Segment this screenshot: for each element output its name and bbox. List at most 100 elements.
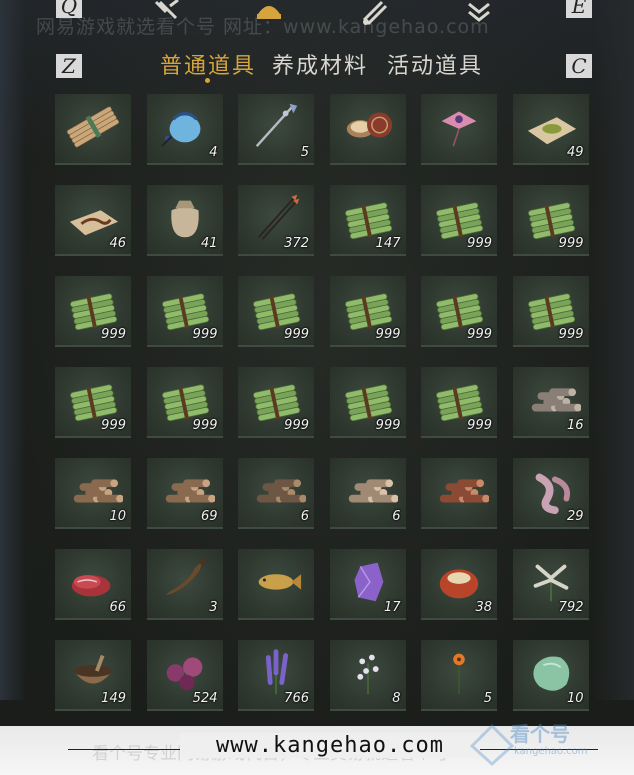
bamboo-bundle-icon [161, 384, 209, 422]
inventory-slot[interactable]: 999 [512, 276, 589, 347]
tab-event-items[interactable]: 活动道具 [387, 48, 483, 80]
lavender-herb-icon [265, 649, 289, 695]
dark-fish-icon [165, 556, 206, 596]
item-count: 999 [467, 418, 492, 433]
inventory-slot[interactable]: 4 [146, 94, 223, 165]
ornate-spear-icon [255, 103, 298, 148]
inventory-slot[interactable]: 999 [55, 367, 131, 438]
jade-stone-icon [532, 656, 569, 691]
inventory-slot[interactable]: 999 [329, 367, 406, 438]
inventory-slot[interactable]: 999 [238, 367, 314, 438]
inventory-slot[interactable] [238, 549, 314, 620]
inventory-slot[interactable]: 3 [146, 549, 223, 620]
bamboo-bundle-icon [527, 293, 575, 331]
item-count: 41 [200, 236, 218, 251]
inventory-slot[interactable]: 524 [146, 640, 223, 711]
key-hint-e[interactable]: E [566, 0, 592, 18]
inventory-slot[interactable]: 29 [512, 458, 589, 529]
inventory-slot[interactable]: 66 [55, 549, 131, 620]
inventory-slot[interactable]: 999 [329, 276, 406, 347]
item-count: 8 [392, 691, 401, 706]
inventory-slot[interactable]: 999 [55, 276, 131, 347]
bamboo-bundle-icon [69, 293, 118, 331]
bamboo-bundle-icon [344, 202, 392, 240]
orange-flower-icon [453, 653, 465, 695]
item-count: 999 [467, 236, 492, 251]
cloth-sack-icon [170, 200, 199, 238]
inventory-slot[interactable]: 69 [146, 458, 223, 529]
inventory-slot[interactable]: 147 [329, 185, 406, 256]
item-count: 372 [284, 236, 309, 251]
inventory-slot[interactable]: 5 [238, 94, 314, 165]
pale-wood-logs-icon [348, 479, 398, 503]
inventory-slot[interactable]: 16 [512, 367, 589, 438]
inventory-slot[interactable]: 38 [421, 549, 497, 620]
inventory-slot[interactable]: 999 [146, 367, 223, 438]
bamboo-bundle-icon [435, 384, 484, 422]
item-count: 29 [566, 509, 584, 524]
inventory-slot[interactable]: 999 [238, 276, 314, 347]
item-count: 999 [558, 236, 584, 251]
inventory-slot[interactable]: 999 [421, 185, 497, 256]
item-count: 5 [300, 145, 309, 160]
inventory-slot[interactable]: 999 [146, 276, 223, 347]
inventory-slot[interactable]: 17 [329, 549, 406, 620]
item-count: 999 [467, 327, 492, 342]
inventory-slot[interactable]: 372 [238, 185, 314, 256]
inventory-slot[interactable] [421, 94, 497, 165]
gray-wood-logs-icon [531, 388, 581, 412]
wood-logs-icon [165, 479, 215, 503]
item-count: 38 [475, 600, 492, 615]
inventory-slot[interactable]: 41 [146, 185, 223, 256]
tab-cultivation-materials[interactable]: 养成材料 [272, 48, 368, 80]
inventory-slot[interactable]: 792 [512, 549, 589, 620]
item-count: 10 [566, 691, 584, 706]
bamboo-bundle-icon [161, 293, 209, 331]
item-count: 524 [192, 691, 218, 706]
item-count: 3 [209, 600, 218, 615]
item-count: 999 [375, 327, 401, 342]
inventory-slot[interactable]: 999 [512, 185, 589, 256]
blue-pouch-icon [160, 111, 200, 147]
item-count: 999 [192, 327, 218, 342]
item-count: 10 [109, 509, 126, 524]
top-toolbar: Q E 网易游戏就选看个号 网址：www.kangehao.com [0, 0, 634, 46]
inventory-slot[interactable]: 999 [421, 276, 497, 347]
bamboo-bundle-icon [252, 293, 301, 331]
inventory-slot[interactable]: 5 [421, 640, 497, 711]
bamboo-bundle-icon [69, 384, 118, 422]
inventory-slot[interactable]: 6 [238, 458, 314, 529]
item-count: 147 [375, 236, 401, 251]
inventory-slot[interactable]: 6 [329, 458, 406, 529]
white-blossom-icon [356, 654, 379, 695]
inventory-slot[interactable]: 999 [421, 367, 497, 438]
item-count: 766 [284, 691, 309, 706]
logo-main-text: 看个号 [510, 722, 570, 746]
tab-normal-items[interactable]: 普通道具 [160, 48, 256, 80]
item-count: 999 [192, 418, 218, 433]
active-tab-indicator [205, 78, 210, 83]
bamboo-bundle-icon [252, 384, 301, 422]
raw-meat-icon [71, 575, 111, 597]
item-count: 46 [109, 236, 126, 251]
inventory-slot[interactable]: 766 [238, 640, 314, 711]
inventory-slot[interactable] [421, 458, 497, 529]
rouge-box-icon [346, 112, 392, 138]
bamboo-bundle-icon [435, 202, 484, 240]
inventory-slot[interactable]: 46 [55, 185, 131, 256]
inventory-slot[interactable]: 49 [512, 94, 589, 165]
item-count: 999 [375, 418, 401, 433]
inventory-slot[interactable]: 8 [329, 640, 406, 711]
item-count: 999 [284, 327, 309, 342]
inventory-slot[interactable]: 10 [512, 640, 589, 711]
inventory-slot[interactable]: 149 [55, 640, 131, 711]
inventory-slot[interactable]: 10 [55, 458, 131, 529]
inventory-slot[interactable] [55, 94, 131, 165]
bamboo-bundle-icon [435, 293, 484, 331]
item-count: 999 [101, 418, 126, 433]
item-count: 6 [300, 509, 309, 524]
herb-mortar-icon [73, 654, 113, 684]
watermark-top: 网易游戏就选看个号 网址：www.kangehao.com [36, 16, 490, 38]
inventory-slot[interactable] [329, 94, 406, 165]
inventory-grid: 4 5 49 46 41 372 147 999 999 999 999 999 999 … [55, 94, 590, 714]
